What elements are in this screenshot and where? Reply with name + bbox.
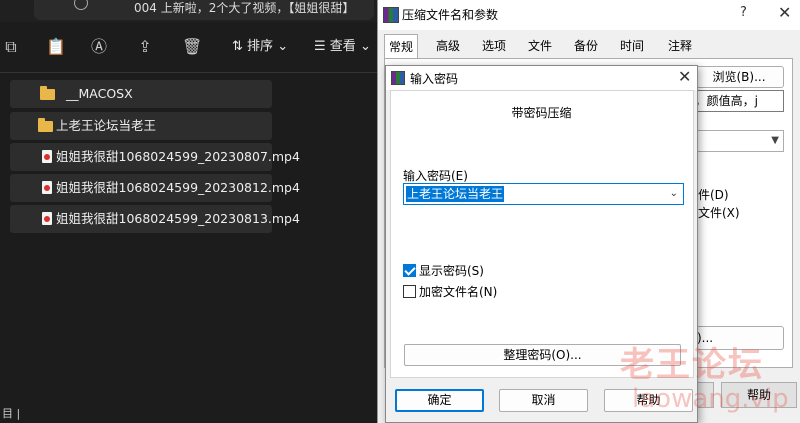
file-name: 姐姐我很甜1068024599_20230813.mp4 <box>56 211 300 226</box>
show-password-checkbox[interactable]: 显示密码(S) <box>403 264 484 280</box>
dialog-titlebar: 压缩文件名和参数 ? ✕ <box>378 0 800 30</box>
chevron-down-icon: ⌄ <box>359 39 371 54</box>
chevron-down-icon: ⌄ <box>277 39 289 54</box>
video-file-icon <box>42 150 52 163</box>
file-name: 姐姐我很甜1068024599_20230807.mp4 <box>56 149 300 164</box>
winrar-logo-icon <box>391 71 405 85</box>
view-button[interactable]: ☰ 查看 ⌄ <box>314 38 371 56</box>
folder-icon <box>40 86 55 100</box>
view-list-icon: ☰ <box>314 39 326 54</box>
video-file-icon <box>42 212 52 225</box>
copy-icon[interactable]: ⧉ <box>2 38 20 56</box>
password-value: 上老王论坛当老王 <box>406 186 505 202</box>
chevron-down-icon[interactable]: ⌄ <box>670 188 678 199</box>
rename-icon[interactable]: Ⓐ <box>90 38 108 56</box>
explorer-tab[interactable]: 004 上新啦，2个大了视频，【姐姐很甜】 <box>34 0 374 20</box>
tab-general[interactable]: 常规 <box>384 34 419 60</box>
show-password-label: 显示密码(S) <box>419 264 484 278</box>
browse-button[interactable]: 浏览(B)... <box>694 66 784 88</box>
video-file-icon <box>42 181 52 194</box>
encrypt-filenames-label: 加密文件名(N) <box>419 285 498 299</box>
password-panel <box>390 90 694 378</box>
help-icon[interactable]: ? <box>740 5 747 20</box>
tab-time[interactable]: 时间 <box>616 34 648 58</box>
file-name: 姐姐我很甜1068024599_20230812.mp4 <box>56 180 300 195</box>
chevron-down-icon: ▼ <box>771 135 779 146</box>
file-row[interactable]: 上老王论坛当老王 <box>10 112 272 140</box>
delete-icon[interactable]: 🗑 <box>182 38 202 56</box>
watermark-url: laowang.vip <box>632 384 789 414</box>
tab-advanced[interactable]: 高级 <box>432 34 464 58</box>
archive-name-field[interactable]: 8，颜值高，j <box>684 90 784 112</box>
winrar-logo-icon <box>383 7 399 23</box>
checkbox-unchecked-icon <box>403 285 416 298</box>
paste-icon[interactable]: 📋 <box>46 38 66 56</box>
file-row[interactable]: __MACOSX <box>10 80 272 108</box>
sort-label: 排序 <box>247 39 274 54</box>
ok-button[interactable]: 确定 <box>395 389 484 412</box>
file-row[interactable]: 姐姐我很甜1068024599_20230813.mp4 <box>10 205 300 233</box>
cancel-button[interactable]: 取消 <box>499 389 588 412</box>
file-row[interactable]: 姐姐我很甜1068024599_20230812.mp4 <box>10 174 300 202</box>
encrypt-filenames-checkbox[interactable]: 加密文件名(N) <box>403 285 497 301</box>
password-input[interactable]: 上老王论坛当老王 ⌄ <box>403 183 684 205</box>
checkbox-checked-icon <box>403 264 416 277</box>
folder-icon <box>38 118 53 132</box>
password-dialog-titlebar: 输入密码 ✕ <box>386 66 697 90</box>
tab-options[interactable]: 选项 <box>478 34 510 58</box>
share-icon[interactable]: ⇪ <box>136 38 154 56</box>
file-name: __MACOSX <box>66 86 133 101</box>
tab-backup[interactable]: 备份 <box>570 34 602 58</box>
close-icon[interactable]: ✕ <box>778 3 791 22</box>
toolbar-divider <box>0 72 380 73</box>
password-heading: 带密码压缩 <box>511 106 572 120</box>
file-row[interactable]: 姐姐我很甜1068024599_20230807.mp4 <box>10 143 300 171</box>
view-label: 查看 <box>329 39 356 54</box>
explorer-tab-title: 004 上新啦，2个大了视频，【姐姐很甜】 <box>134 1 355 15</box>
profile-combobox[interactable]: ▼ <box>684 130 784 152</box>
close-icon[interactable]: ✕ <box>678 67 691 86</box>
sort-button[interactable]: ⇅ 排序 ⌄ <box>232 38 288 56</box>
status-bar: 目 | <box>2 407 21 420</box>
file-name: 上老王论坛当老王 <box>56 118 157 133</box>
tab-icon <box>74 0 88 10</box>
tab-comment[interactable]: 注释 <box>664 34 696 58</box>
sort-icon: ⇅ <box>232 39 243 54</box>
password-label: 输入密码(E) <box>403 169 468 183</box>
password-dialog-title: 输入密码 <box>410 72 459 86</box>
tab-files[interactable]: 文件 <box>524 34 556 58</box>
dialog-title: 压缩文件名和参数 <box>402 8 499 22</box>
watermark-text: 老王论坛 <box>620 345 764 385</box>
